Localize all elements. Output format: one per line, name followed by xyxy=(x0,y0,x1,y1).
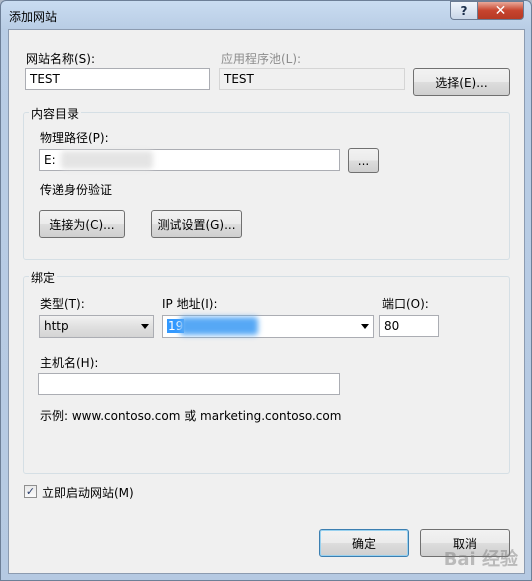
binding-title: 绑定 xyxy=(29,269,58,286)
content-directory-title: 内容目录 xyxy=(29,105,82,122)
hostname-input[interactable] xyxy=(38,373,340,395)
app-pool-label: 应用程序池(L): xyxy=(221,52,302,66)
physical-path-value: E: xyxy=(44,153,56,167)
port-input[interactable]: 80 xyxy=(379,315,439,337)
close-button[interactable]: ✕ xyxy=(477,1,524,20)
app-pool-field: TEST xyxy=(219,68,405,90)
select-app-pool-button[interactable]: 选择(E)... xyxy=(413,68,510,96)
type-label: 类型(T): xyxy=(40,297,85,311)
add-website-dialog: 添加网站 ? ✕ 网站名称(S): TEST 应用程序池(L): TEST 选择… xyxy=(0,0,532,581)
pass-through-auth-label: 传递身份验证 xyxy=(40,183,113,197)
redacted-ip-blur xyxy=(180,317,258,335)
close-icon: ✕ xyxy=(494,2,507,19)
chevron-down-icon xyxy=(141,324,149,329)
hostname-example: 示例: www.contoso.com 或 marketing.contoso.… xyxy=(40,409,342,423)
help-icon: ? xyxy=(460,3,468,18)
test-settings-button[interactable]: 测试设置(G)... xyxy=(151,210,242,238)
start-immediately-label[interactable]: 立即启动网站(M) xyxy=(42,484,134,501)
connect-as-button[interactable]: 连接为(C)... xyxy=(39,210,125,238)
start-immediately-checkbox[interactable]: ✓ xyxy=(24,485,37,498)
watermark-logo: Bai 经验 xyxy=(443,549,518,570)
site-name-input[interactable]: TEST xyxy=(25,68,210,90)
checkmark-icon: ✓ xyxy=(25,485,36,498)
help-button[interactable]: ? xyxy=(450,1,477,20)
redacted-path-blur xyxy=(61,151,153,169)
type-select-value: http xyxy=(44,319,69,333)
hostname-label: 主机名(H): xyxy=(40,356,99,370)
site-name-label: 网站名称(S): xyxy=(26,52,96,66)
title-bar[interactable]: 添加网站 ? ✕ xyxy=(1,1,531,29)
dialog-title: 添加网站 xyxy=(9,10,58,24)
type-select[interactable]: http xyxy=(39,315,154,338)
dialog-body: 网站名称(S): TEST 应用程序池(L): TEST 选择(E)... 内容… xyxy=(8,29,525,574)
port-label: 端口(O): xyxy=(382,297,429,311)
physical-path-label: 物理路径(P): xyxy=(40,131,109,145)
browse-path-button[interactable]: ... xyxy=(348,148,379,173)
chevron-down-icon xyxy=(361,324,369,329)
ok-button[interactable]: 确定 xyxy=(319,529,409,557)
ip-address-label: IP 地址(I): xyxy=(162,297,218,311)
